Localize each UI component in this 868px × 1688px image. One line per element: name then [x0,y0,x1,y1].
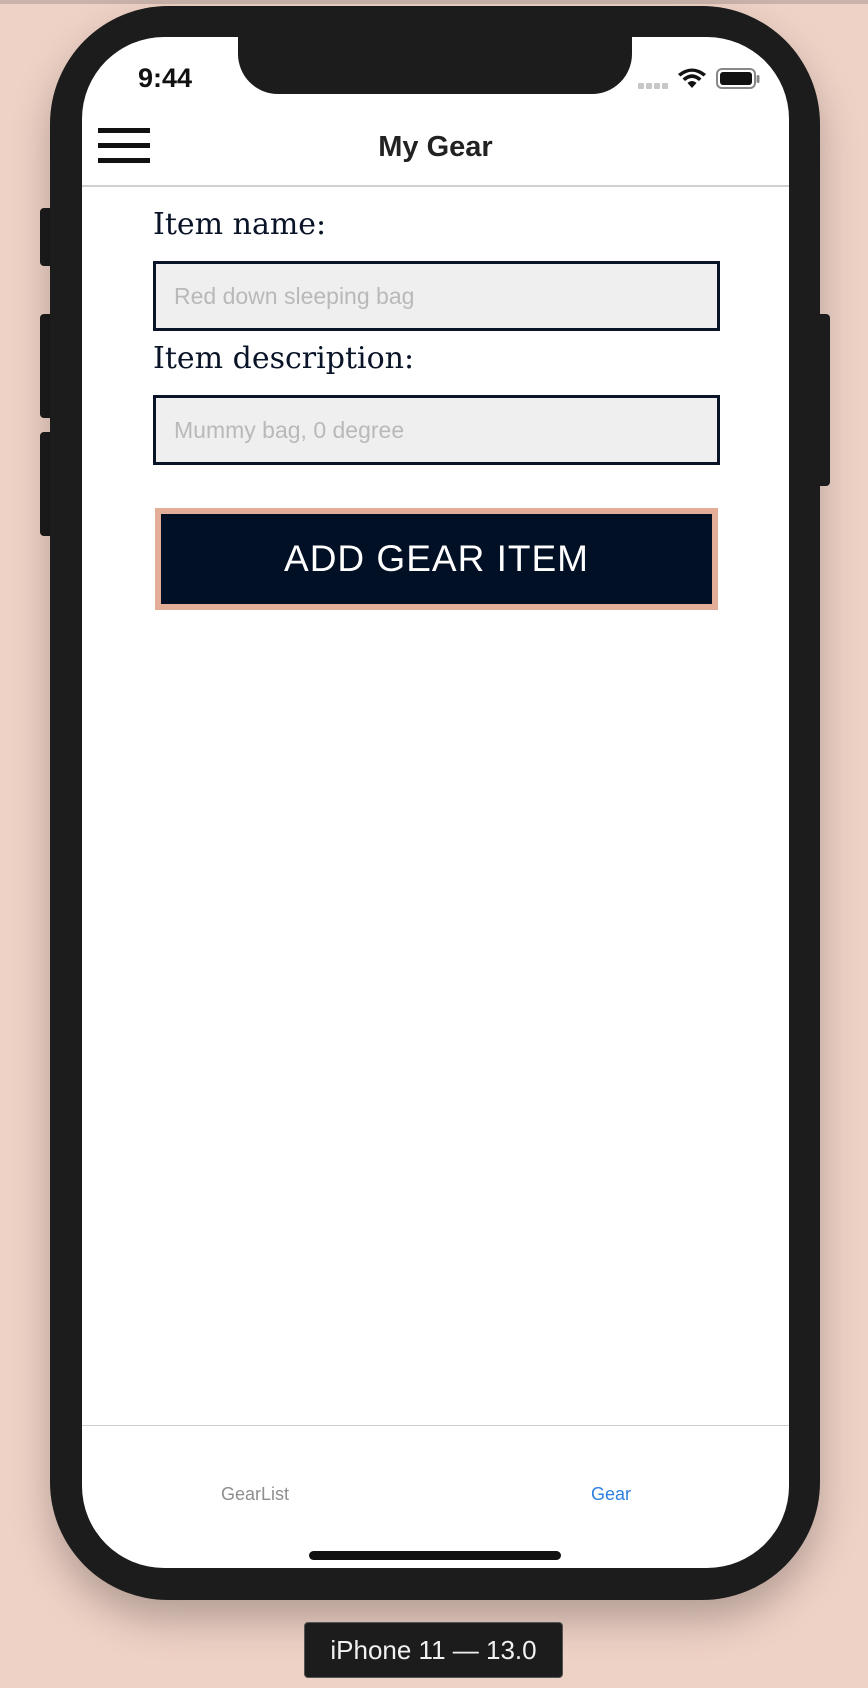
signal-dot [646,83,652,89]
item-description-label: Item description: [153,341,415,376]
home-indicator[interactable] [309,1551,561,1560]
nav-header: My Gear [82,117,789,187]
page-title: My Gear [378,131,493,163]
window-top-edge [0,0,868,4]
tab-gear[interactable]: Gear [591,1484,631,1505]
item-description-field[interactable] [153,395,720,465]
signal-dot [662,83,668,89]
power-button [818,314,830,486]
item-name-field[interactable] [153,261,720,331]
item-name-label: Item name: [153,207,327,242]
add-gear-item-button[interactable]: ADD GEAR ITEM [155,508,718,610]
simulator-device-label: iPhone 11 — 13.0 [304,1622,563,1678]
tab-bar: GearList Gear [82,1425,789,1568]
tab-gearlist[interactable]: GearList [221,1484,289,1505]
notch [238,37,632,94]
status-time: 9:44 [138,63,193,93]
signal-dot [654,83,660,89]
status-icons [638,67,762,91]
signal-icon [638,83,644,89]
wifi-icon [678,68,706,88]
battery-icon [716,68,760,89]
phone-screen: 9:44 My Gear Item name: Item description… [82,37,789,1568]
